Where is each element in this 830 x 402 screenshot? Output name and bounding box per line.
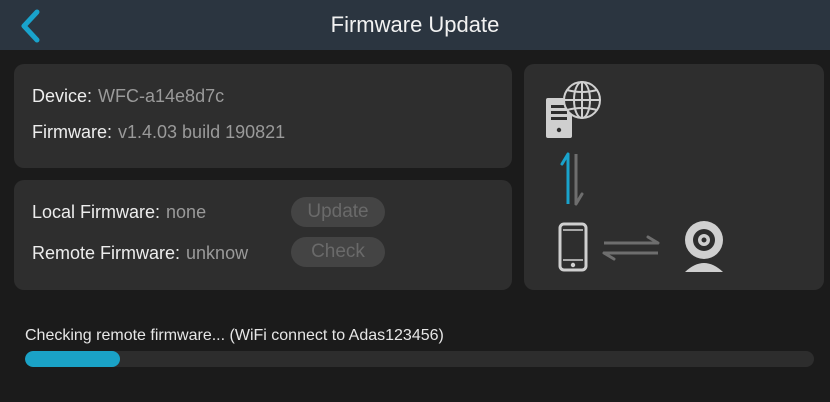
local-firmware-label: Local Firmware:	[32, 202, 161, 222]
remote-firmware-value: unknow	[186, 243, 249, 263]
progress-bar	[25, 351, 814, 367]
local-firmware-value: none	[166, 202, 207, 222]
device-value: WFC-a14e8d7c	[98, 86, 225, 106]
device-row: Device: WFC-a14e8d7c	[32, 86, 224, 107]
progress-fill	[25, 351, 120, 367]
camera-icon	[685, 221, 723, 272]
firmware-card: Local Firmware: none Update Remote Firmwa…	[14, 180, 512, 290]
remote-firmware-label: Remote Firmware:	[32, 243, 181, 263]
remote-firmware-row: Remote Firmware: unknow	[32, 243, 248, 264]
top-bar: Firmware Update	[0, 0, 830, 50]
check-button[interactable]: Check	[291, 237, 385, 267]
connection-diagram	[524, 64, 824, 290]
device-label: Device:	[32, 86, 93, 106]
left-right-arrows-icon	[602, 235, 660, 261]
firmware-value: v1.4.03 build 190821	[118, 122, 286, 142]
up-down-arrows-icon	[560, 152, 584, 206]
local-firmware-row: Local Firmware: none	[32, 202, 206, 223]
phone-icon	[558, 222, 588, 272]
device-info-card: Device: WFC-a14e8d7c Firmware: v1.4.03 bui…	[14, 64, 512, 168]
firmware-label: Firmware:	[32, 122, 112, 142]
page-title: Firmware Update	[330, 12, 500, 37]
update-button[interactable]: Update	[291, 197, 385, 227]
status-text: Checking remote firmware... (WiFi connec…	[25, 327, 444, 344]
server-globe-icon	[546, 81, 601, 138]
firmware-row: Firmware: v1.4.03 build 190821	[32, 122, 285, 143]
